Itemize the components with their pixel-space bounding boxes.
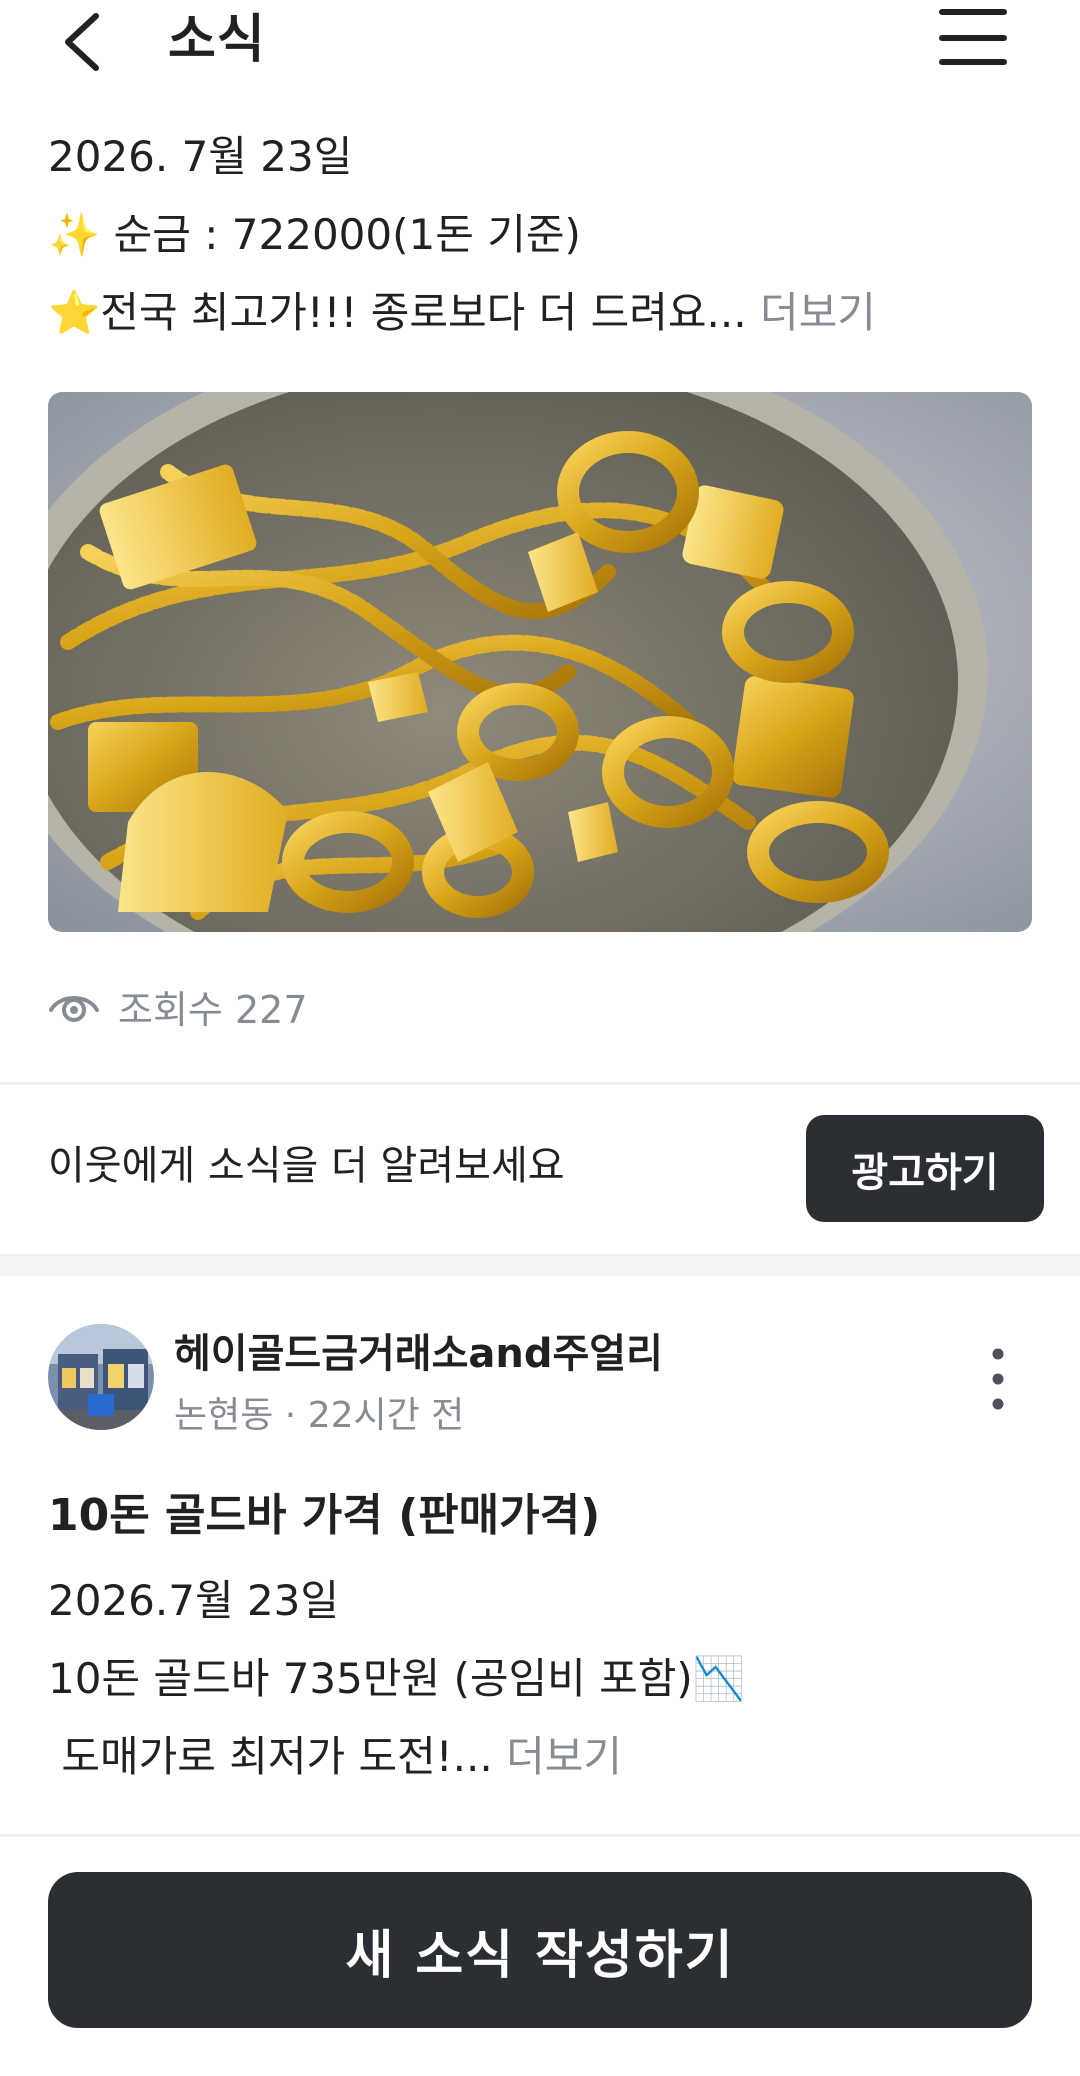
post-line-price-text: 순금 : 722000(1돈 기준) — [100, 210, 581, 259]
post-date: 2026.7월 23일 — [48, 1576, 340, 1625]
hamburger-menu-icon — [939, 9, 1007, 65]
more-options-button[interactable] — [978, 1344, 1018, 1414]
post-photo[interactable] — [48, 392, 1032, 932]
promo-text: 이웃에게 소식을 더 알려보세요 — [48, 1143, 565, 1189]
post-line-price: ✨ 순금 : 722000(1돈 기준) — [48, 196, 1048, 274]
more-link[interactable]: 더보기 — [760, 288, 876, 337]
sparkles-icon: ✨ — [48, 210, 101, 259]
section-divider — [0, 1254, 1080, 1276]
post-line-price-text: 10돈 골드바 735만원 (공임비 포함) — [48, 1654, 693, 1703]
post-line-promo-text: 도매가로 최저가 도전!... — [48, 1732, 493, 1781]
back-button[interactable] — [46, 2, 126, 82]
write-news-button[interactable]: 새 소식 작성하기 — [48, 1872, 1032, 2028]
post-body-2[interactable]: 2026.7월 23일 10돈 골드바 735만원 (공임비 포함)📉 도매가로… — [48, 1562, 1048, 1796]
eye-icon — [49, 996, 99, 1022]
post-line-promo-text: 전국 최고가!!! 종로보다 더 드려요... — [100, 288, 747, 337]
gold-jewelry-image — [48, 392, 1032, 932]
post-body[interactable]: 2026. 7월 23일 ✨ 순금 : 722000(1돈 기준) ⭐전국 최고… — [48, 118, 1048, 352]
page-title: 소식 — [168, 10, 266, 70]
author-name[interactable]: 헤이골드금거래소and주얼리 — [174, 1326, 663, 1382]
avatar[interactable] — [48, 1324, 154, 1430]
news-page: 소식 2026. 7월 23일 ✨ 순금 : 722000(1돈 기준) ⭐전국… — [0, 0, 1080, 2076]
post-line-promo: ⭐전국 최고가!!! 종로보다 더 드려요... 더보기 — [48, 274, 1048, 352]
more-link[interactable]: 더보기 — [506, 1732, 622, 1781]
menu-button[interactable] — [934, 0, 1014, 76]
author-meta: 논현동 · 22시간 전 — [174, 1395, 465, 1436]
view-count-label: 조회수 227 — [118, 987, 308, 1032]
post-line-price: 10돈 골드바 735만원 (공임비 포함)📉 — [48, 1640, 1048, 1718]
post-line-promo: 도매가로 최저가 도전!... 더보기 — [48, 1718, 1048, 1796]
chart-decreasing-icon: 📉 — [692, 1654, 746, 1703]
star-icon: ⭐ — [48, 288, 101, 337]
advertise-button[interactable]: 광고하기 — [806, 1115, 1044, 1222]
top-bar: 소식 — [0, 0, 1080, 110]
divider — [0, 1834, 1080, 1837]
kebab-menu-icon — [992, 1348, 1004, 1410]
view-count: 조회수 227 — [48, 976, 308, 1036]
divider — [0, 1082, 1080, 1085]
storefront-avatar-image — [48, 1324, 154, 1430]
chevron-left-icon — [65, 13, 99, 71]
post-date: 2026. 7월 23일 — [48, 132, 353, 181]
post-title[interactable]: 10돈 골드바 가격 (판매가격) — [48, 1484, 600, 1548]
